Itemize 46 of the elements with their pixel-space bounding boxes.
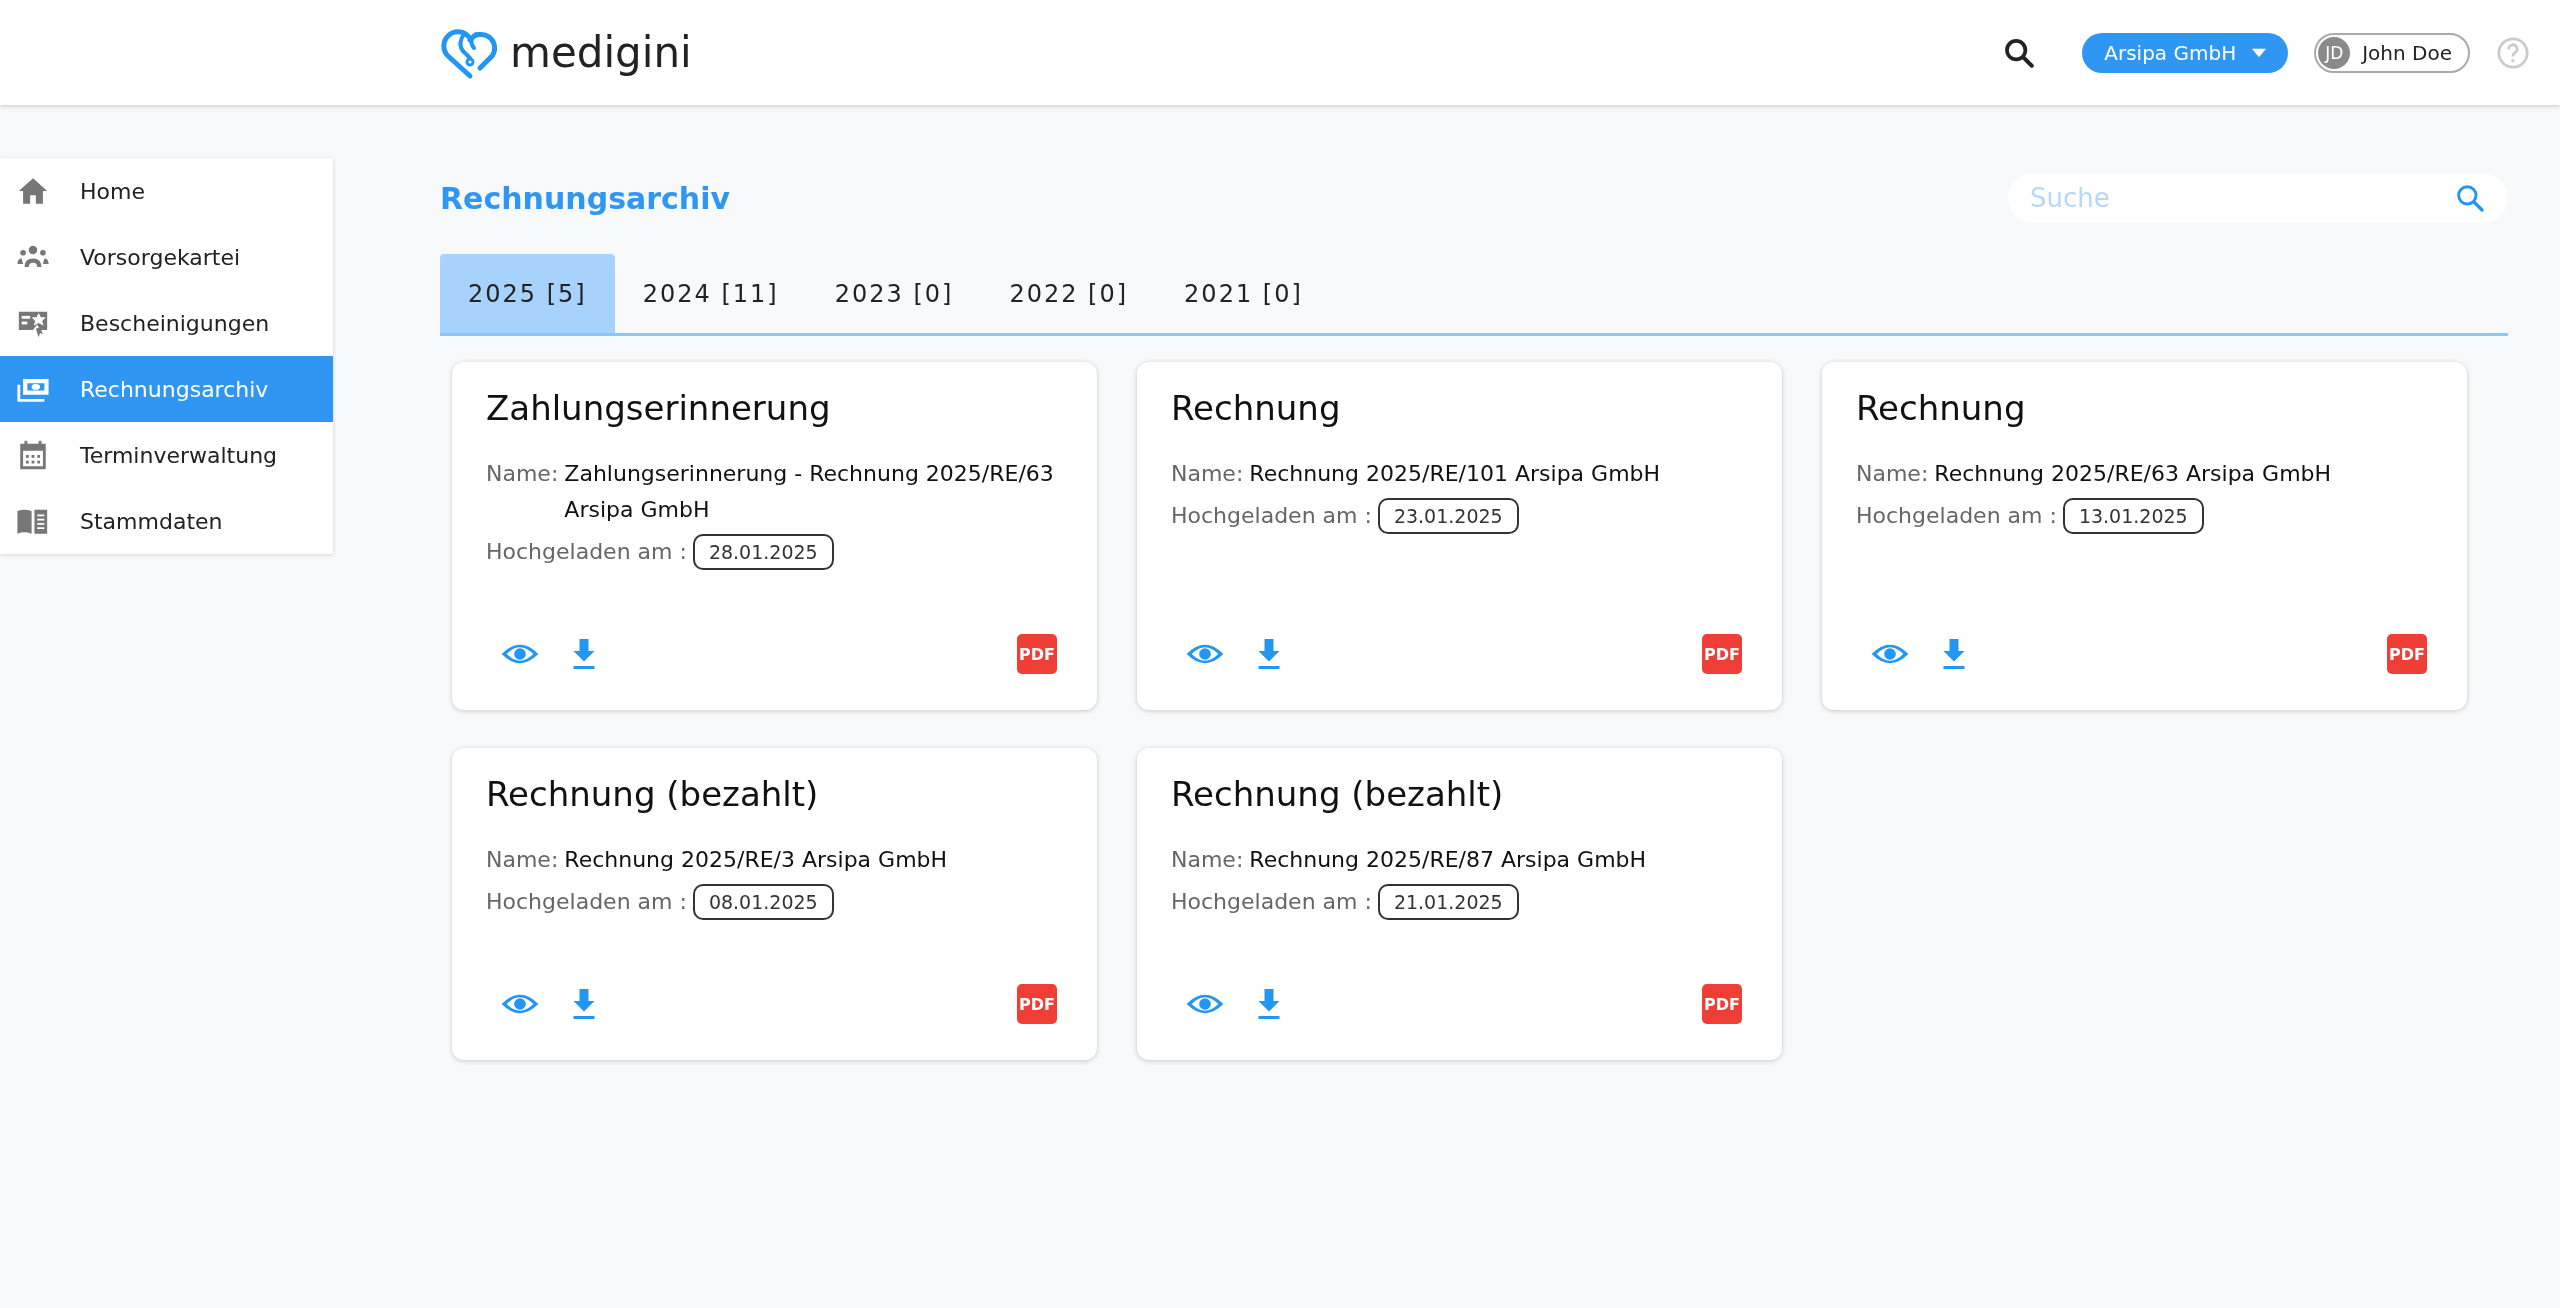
- document-name: Rechnung 2025/RE/3 Arsipa GmbH: [564, 846, 948, 874]
- document-name: Zahlungserinnerung - Rechnung 2025/RE/63 Arsipa GmbH: [564, 460, 1055, 524]
- avatar-initials: JD: [2318, 36, 2351, 69]
- field-label: Name:: [1856, 460, 1929, 488]
- year-tab[interactable]: 2022 [0]: [981, 254, 1157, 333]
- field-label: Name:: [1171, 460, 1244, 488]
- upload-date: 13.01.2025: [2062, 498, 2204, 534]
- sidebar-item[interactable]: Vorsorgekartei: [0, 224, 333, 290]
- year-tab[interactable]: 2025 [5]: [440, 254, 615, 333]
- field-label: Hochgeladen am :: [486, 538, 687, 566]
- card-title: Zahlungserinnerung: [486, 388, 832, 428]
- pdf-file-icon: PDF: [2387, 634, 2427, 674]
- pdf-file-icon: PDF: [1017, 984, 1057, 1024]
- sidebar-item[interactable]: Bescheinigungen: [0, 290, 333, 356]
- field-label: Hochgeladen am :: [1171, 502, 1372, 530]
- pdf-file-icon: PDF: [1702, 984, 1742, 1024]
- year-tab[interactable]: 2023 [0]: [806, 254, 982, 333]
- upload-date: 28.01.2025: [692, 534, 834, 570]
- sidebar-item[interactable]: Home: [0, 158, 333, 224]
- sidebar-item[interactable]: Stammdaten: [0, 488, 333, 554]
- card-title: Rechnung: [1856, 388, 2027, 428]
- upload-date: 08.01.2025: [692, 884, 834, 920]
- help-icon[interactable]: [2496, 35, 2530, 70]
- user-menu-button[interactable]: JD John Doe: [2314, 32, 2470, 73]
- card-title: Rechnung: [1171, 388, 1342, 428]
- field-label: Hochgeladen am :: [486, 888, 687, 916]
- search-field[interactable]: Suche: [2008, 173, 2508, 223]
- document-name: Rechnung 2025/RE/101 Arsipa GmbH: [1249, 460, 1661, 488]
- year-tab[interactable]: 2021 [0]: [1156, 254, 1331, 333]
- document-name: Rechnung 2025/RE/87 Arsipa GmbH: [1249, 846, 1647, 874]
- pdf-file-icon: PDF: [1017, 634, 1057, 674]
- logo-text: medigini: [510, 28, 692, 77]
- year-tab[interactable]: 2024 [11]: [614, 254, 807, 333]
- card-title: Rechnung (bezahlt): [1171, 774, 1505, 814]
- field-label: Hochgeladen am :: [1171, 888, 1372, 916]
- upload-date: 23.01.2025: [1377, 498, 1519, 534]
- field-label: Name:: [486, 460, 559, 488]
- pdf-file-icon: PDF: [1702, 634, 1742, 674]
- sidebar-item[interactable]: Terminverwaltung: [0, 422, 333, 488]
- card-title: Rechnung (bezahlt): [486, 774, 820, 814]
- field-label: Name:: [1171, 846, 1244, 874]
- upload-date: 21.01.2025: [1377, 884, 1519, 920]
- document-name: Rechnung 2025/RE/63 Arsipa GmbH: [1934, 460, 2332, 488]
- field-label: Name:: [486, 846, 559, 874]
- field-label: Hochgeladen am :: [1856, 502, 2057, 530]
- page-title: Rechnungsarchiv: [440, 180, 730, 216]
